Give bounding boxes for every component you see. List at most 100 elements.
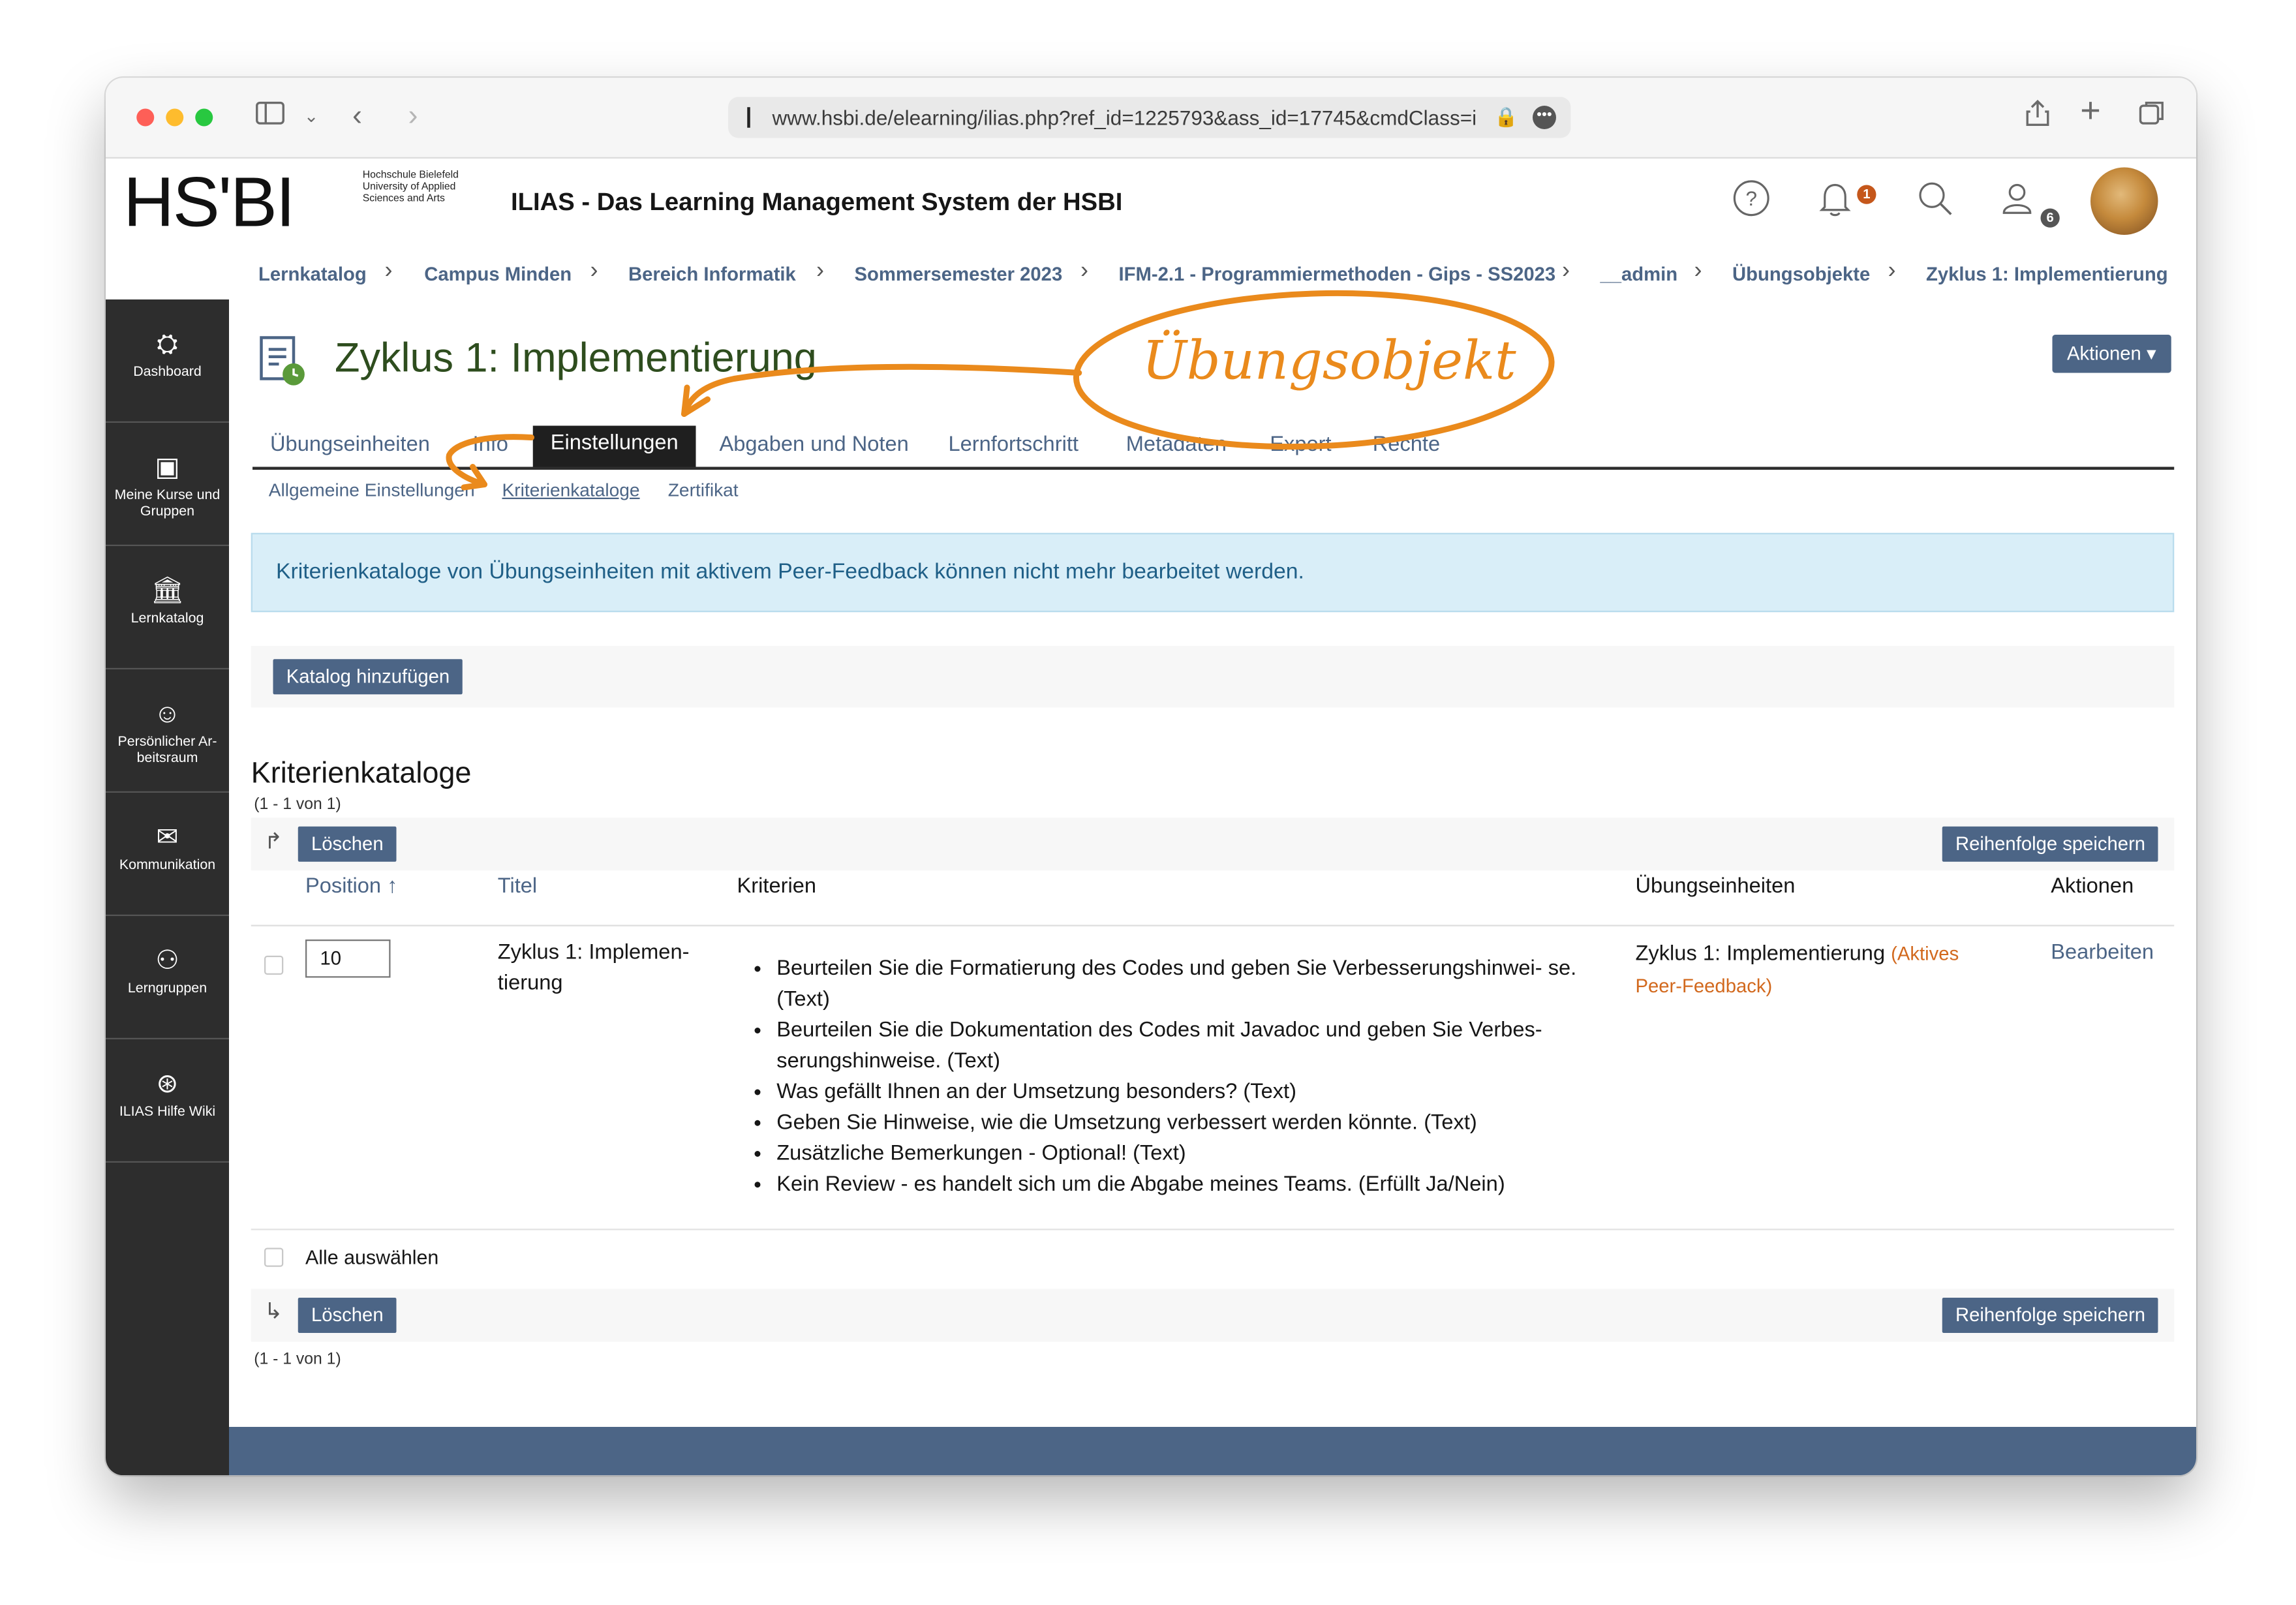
- sort-ascending-icon: ↑: [387, 875, 398, 898]
- row-title: Zyklus 1: Implemen- tierung: [498, 938, 690, 1000]
- sidebar-item-groups[interactable]: ⚇ Lerngruppen: [106, 916, 229, 1039]
- browser-window: ⌄ ‹ › www.hsbi.de/elearning/ilias.php?re…: [106, 78, 2196, 1476]
- arrow-up-right-icon: ↱: [264, 829, 283, 855]
- forward-icon[interactable]: ›: [408, 99, 418, 134]
- catalog-toolbar: Katalog hinzufügen: [251, 646, 2175, 708]
- tab-abgaben-und-noten[interactable]: Abgaben und Noten: [720, 433, 909, 457]
- notification-badge: 1: [1857, 185, 1876, 204]
- url-text: www.hsbi.de/elearning/ilias.php?ref_id=1…: [772, 106, 1477, 129]
- criteria-item: Geben Sie Hinweise, wie die Umsetzung ve…: [776, 1108, 1591, 1139]
- tab-einstellungen[interactable]: Einstellungen: [532, 425, 696, 467]
- tab-lernfortschritt[interactable]: Lernfortschritt: [949, 433, 1079, 457]
- tab-bar: Übungseinheiten Info Einstellungen Abgab…: [253, 425, 2175, 470]
- sidebar-item-label: ILIAS Hilfe Wiki: [119, 1104, 216, 1120]
- tab-info[interactable]: Info: [473, 433, 508, 457]
- unit-status: Peer-Feedback): [1635, 975, 1773, 997]
- tabs-overview-icon[interactable]: [2137, 99, 2167, 137]
- lock-icon: 🔒: [1494, 106, 1518, 128]
- criteria-item: Beurteilen Sie die Formatierung des Code…: [776, 955, 1591, 1016]
- tab-rechte[interactable]: Rechte: [1373, 433, 1440, 457]
- breadcrumb-item-current[interactable]: Zyklus 1: Implementierung: [1926, 263, 2168, 285]
- column-header-titel[interactable]: Titel: [498, 875, 537, 898]
- address-bar[interactable]: www.hsbi.de/elearning/ilias.php?ref_id=1…: [728, 97, 1571, 138]
- chevron-down-icon[interactable]: ⌄: [304, 99, 319, 134]
- back-icon[interactable]: ‹: [352, 99, 362, 134]
- zoom-window-button[interactable]: [195, 108, 213, 127]
- breadcrumb-separator-icon: ›: [816, 258, 824, 284]
- row-divider: [251, 1229, 2175, 1230]
- group-icon: ⚇: [155, 945, 179, 975]
- select-all-checkbox[interactable]: [264, 1247, 284, 1267]
- more-icon[interactable]: •••: [1533, 106, 1556, 129]
- criteria-list: Beurteilen Sie die Formatierung des Code…: [747, 955, 1591, 1201]
- section-title: Kriterienkataloge: [251, 757, 472, 790]
- row-title-line: tierung: [497, 971, 563, 996]
- tab-metadaten[interactable]: Metadaten: [1126, 433, 1227, 457]
- sidebar-item-communication[interactable]: ✉ Kommunikation: [106, 793, 229, 916]
- user-avatar[interactable]: [2090, 167, 2158, 235]
- tab-uebungseinheiten[interactable]: Übungseinheiten: [270, 433, 430, 457]
- main-content: Zyklus 1: Implementierung Aktionen ▾ Übu…: [229, 299, 2196, 1476]
- breadcrumb-item-admin[interactable]: __admin: [1600, 263, 1678, 285]
- sidebar-item-label: Dashboard: [133, 364, 202, 380]
- contacts-badge: 6: [2040, 208, 2060, 228]
- sidebar-item-help-wiki[interactable]: ⊛ ILIAS Hilfe Wiki: [106, 1039, 229, 1163]
- share-icon[interactable]: [2025, 99, 2051, 137]
- person-icon: ☺: [153, 699, 181, 728]
- column-header-uebungseinheiten: Übungseinheiten: [1635, 875, 1796, 898]
- column-header-kriterien: Kriterien: [737, 875, 817, 898]
- subtab-zertifikat[interactable]: Zertifikat: [668, 480, 739, 501]
- add-catalog-button[interactable]: Katalog hinzufügen: [273, 659, 463, 695]
- breadcrumb-item-campus-minden[interactable]: Campus Minden: [424, 263, 572, 285]
- delete-button-top[interactable]: Löschen: [298, 826, 397, 862]
- column-header-position[interactable]: Position ↑: [305, 875, 397, 898]
- position-input[interactable]: 10: [305, 940, 391, 978]
- main-sidebar: ⛭ Dashboard ▣ Meine Kurse und Gruppen 🏛 …: [106, 299, 229, 1476]
- row-checkbox[interactable]: [264, 955, 284, 975]
- tab-export[interactable]: Export: [1270, 433, 1331, 457]
- minimize-window-button[interactable]: [166, 108, 184, 127]
- sidebar-item-label: Kommunikation: [119, 857, 216, 874]
- building-icon: 🏛: [150, 575, 185, 605]
- subtab-allgemeine-einstellungen[interactable]: Allgemeine Einstellungen: [269, 480, 475, 501]
- close-window-button[interactable]: [136, 108, 155, 127]
- sidebar-item-workspace[interactable]: ☺ Persönlicher Ar- beitsraum: [106, 669, 229, 793]
- sidebar-toggle-icon[interactable]: [256, 99, 285, 134]
- select-all-label[interactable]: Alle auswählen: [305, 1242, 438, 1273]
- arrow-down-right-icon: ↳: [264, 1299, 283, 1324]
- delete-button-bottom[interactable]: Löschen: [298, 1298, 397, 1333]
- edit-link[interactable]: Bearbeiten: [2051, 938, 2154, 969]
- criteria-item: Kein Review - es handelt sich um die Abg…: [776, 1170, 1591, 1200]
- sidebar-item-dashboard[interactable]: ⛭ Dashboard: [106, 299, 229, 423]
- breadcrumb-item-uebungsobjekte[interactable]: Übungsobjekte: [1732, 263, 1870, 285]
- text-cursor: [747, 107, 750, 128]
- help-icon[interactable]: ?: [1732, 179, 1771, 228]
- annotation-label: Übungsobjekt: [1142, 331, 1516, 392]
- sidebar-item-label: Lernkatalog: [130, 611, 204, 627]
- save-order-button-bottom[interactable]: Reihenfolge speichern: [1942, 1298, 2159, 1333]
- page-footer: [229, 1427, 2196, 1476]
- hsbi-logo[interactable]: HS'BI: [123, 164, 296, 244]
- search-icon[interactable]: [1916, 179, 1954, 228]
- sidebar-item-lernkatalog[interactable]: 🏛 Lernkatalog: [106, 546, 229, 669]
- result-count-bottom: (1 - 1 von 1): [254, 1351, 341, 1368]
- new-tab-icon[interactable]: +: [2080, 93, 2101, 129]
- breadcrumb-item-lernkatalog[interactable]: Lernkatalog: [258, 263, 367, 285]
- contacts-icon[interactable]: [2000, 179, 2038, 228]
- breadcrumb-item-course[interactable]: IFM-2.1 - Programmiermethoden - Gips - S…: [1119, 263, 1556, 285]
- criteria-item: Was gefällt Ihnen an der Umsetzung beson…: [776, 1078, 1591, 1108]
- sidebar-item-courses[interactable]: ▣ Meine Kurse und Gruppen: [106, 423, 229, 546]
- breadcrumb-item-bereich-informatik[interactable]: Bereich Informatik: [628, 263, 796, 285]
- breadcrumb-separator-icon: ›: [1562, 258, 1570, 284]
- table-actions-bottom: ↳ Löschen Reihenfolge speichern: [251, 1289, 2175, 1342]
- notification-bell-icon[interactable]: [1816, 179, 1854, 228]
- breadcrumb-item-sommersemester[interactable]: Sommersemester 2023: [855, 263, 1063, 285]
- actions-dropdown-button[interactable]: Aktionen ▾: [2052, 335, 2171, 373]
- sidebar-item-label: Lerngruppen: [127, 981, 207, 997]
- breadcrumb: Lernkatalog › Campus Minden › Bereich In…: [106, 249, 2196, 301]
- subtab-kriterienkataloge[interactable]: Kriterienkataloge: [502, 480, 640, 501]
- breadcrumb-separator-icon: ›: [1888, 258, 1896, 284]
- save-order-button-top[interactable]: Reihenfolge speichern: [1942, 826, 2159, 862]
- chat-icon: ✉: [156, 822, 179, 851]
- app-title: ILIAS - Das Learning Management System d…: [511, 188, 1123, 216]
